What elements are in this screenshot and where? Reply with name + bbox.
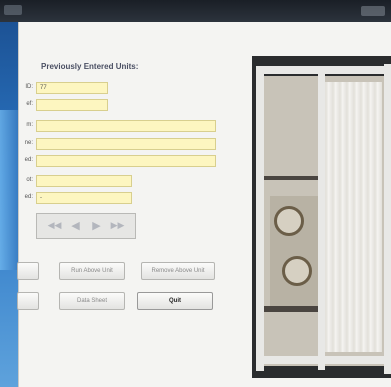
app-window: Previously Entered Units: ID: 77 ef: m: … — [17, 22, 391, 387]
window-icon — [4, 5, 22, 15]
field-label-3: m: — [26, 122, 33, 128]
left-button-1[interactable] — [17, 262, 39, 280]
field-label-4: ne: — [24, 140, 33, 146]
field-label-2: ef: — [26, 101, 33, 107]
field-label-id: ID: — [25, 84, 33, 90]
remove-above-unit-button[interactable]: Remove Above Unit — [141, 262, 215, 280]
unit-field-6[interactable] — [36, 175, 132, 187]
photo-pillar-left — [256, 66, 264, 371]
unit-field-2[interactable] — [36, 99, 108, 111]
record-navigation: ◀◀ ◀ ▶ ▶▶ — [36, 213, 136, 239]
run-above-unit-button[interactable]: Run Above Unit — [59, 262, 125, 280]
unit-field-4[interactable] — [36, 138, 216, 150]
next-record-icon[interactable]: ▶ — [88, 218, 106, 234]
field-label-7: ed: — [24, 194, 33, 200]
first-record-icon[interactable]: ◀◀ — [46, 218, 64, 234]
unit-field-3[interactable] — [36, 120, 216, 132]
quit-button[interactable]: Quit — [137, 292, 213, 310]
photo-beam-top — [256, 66, 391, 74]
data-sheet-button[interactable]: Data Sheet — [59, 292, 125, 310]
window-controls[interactable] — [361, 6, 385, 16]
photo-wheel-2 — [282, 256, 312, 286]
window-titlebar — [0, 0, 391, 22]
photo-beam-bottom — [256, 356, 391, 364]
field-label-5: ed: — [24, 157, 33, 163]
unit-field-7[interactable]: - — [36, 192, 132, 204]
left-button-2[interactable] — [17, 292, 39, 310]
section-title: Previously Entered Units: — [41, 62, 139, 71]
last-record-icon[interactable]: ▶▶ — [109, 218, 127, 234]
photo-shelf-2 — [262, 306, 322, 312]
photo-shelf-1 — [262, 176, 322, 180]
unit-photo — [252, 56, 391, 378]
photo-pillar-mid — [318, 70, 325, 370]
field-label-6: ot: — [26, 177, 33, 183]
unit-id-field[interactable]: 77 — [36, 82, 108, 94]
previous-record-icon[interactable]: ◀ — [67, 218, 85, 234]
photo-pillar-right — [384, 64, 391, 374]
photo-wheel-1 — [274, 206, 304, 236]
unit-field-5[interactable] — [36, 155, 216, 167]
photo-curtain — [322, 82, 382, 352]
